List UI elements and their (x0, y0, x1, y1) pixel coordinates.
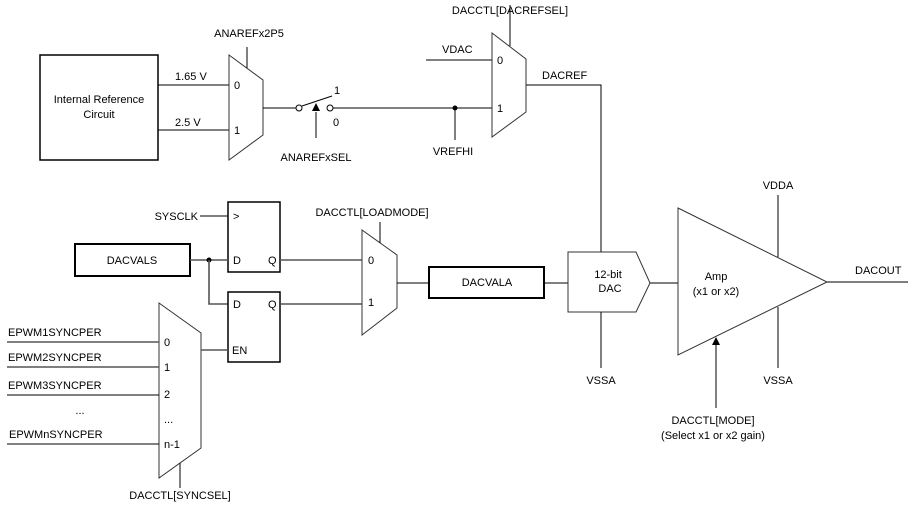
ff1-d-pin: D (233, 255, 241, 267)
vdac-label: VDAC (442, 44, 473, 56)
dacref-mux-port-1: 1 (497, 103, 503, 115)
dacvals-label: DACVALS (107, 255, 158, 267)
load-mode-mux: 0 1 (361, 229, 398, 337)
flip-flop-1: > D Q (227, 201, 281, 273)
sync-mux-port-n-1: n-1 (164, 439, 180, 451)
load-mux-port-1: 1 (368, 297, 374, 309)
dac-label-2: DAC (598, 283, 621, 295)
sync-mux-port-2: 2 (164, 389, 170, 401)
ff1-q-pin: Q (268, 255, 277, 267)
dacref-label: DACREF (542, 70, 588, 82)
dac-block: 12-bit DAC (567, 251, 651, 313)
ref-mux-control-label: ANAREFx2P5 (214, 28, 284, 40)
vrefhi-label: VREFHI (433, 146, 473, 158)
amp-label-1: Amp (705, 271, 728, 283)
dacout-label: DACOUT (855, 265, 902, 277)
vdda-label: VDDA (763, 180, 794, 192)
switch-pos-0: 0 (333, 117, 339, 129)
dacref-mux: 0 1 (491, 31, 527, 138)
dacref-mux-port-0: 0 (497, 55, 503, 67)
internal-reference-label-2: Circuit (83, 109, 114, 121)
internal-reference-block: Internal Reference Circuit (39, 54, 159, 161)
wire-dacref (526, 84, 602, 252)
dacvala-register: DACVALA (428, 266, 545, 299)
output-amplifier: Amp (x1 or x2) (677, 207, 829, 356)
sync-mux-port-ellipsis: ... (164, 414, 173, 426)
epwmn-label: EPWMnSYNCPER (9, 429, 103, 441)
ff2-d-pin: D (233, 299, 241, 311)
ff2-en-pin: EN (232, 345, 247, 357)
sync-mux-port-0: 0 (164, 337, 170, 349)
dac-block-diagram: Internal Reference Circuit 1.65 V 2.5 V … (7, 5, 908, 502)
label-2p5v: 2.5 V (175, 117, 201, 129)
epwm-ellipsis-label: ... (75, 405, 84, 417)
sync-mux-control-label: DACCTL[SYNCSEL] (129, 490, 230, 502)
ref-select-switch (295, 95, 334, 138)
dacref-mux-control-label: DACCTL[DACREFSEL] (452, 5, 568, 17)
amp-vssa-label: VSSA (763, 375, 793, 387)
wire-dacvals-ff2 (208, 260, 228, 305)
switch-pos-1: 1 (334, 85, 340, 97)
ref-mux-port-0: 0 (234, 80, 240, 92)
ff2-q-pin: Q (268, 299, 277, 311)
amp-mode-label-1: DACCTL[MODE] (671, 415, 754, 427)
load-mux-control-label: DACCTL[LOADMODE] (315, 207, 428, 219)
label-1p65v: 1.65 V (175, 71, 207, 83)
switch-control-label: ANAREFxSEL (281, 152, 352, 164)
dac-vssa-label: VSSA (586, 375, 616, 387)
ff1-clk-pin: > (233, 211, 239, 223)
sync-mux-port-1: 1 (164, 362, 170, 374)
dacvala-label: DACVALA (462, 277, 513, 289)
ref-mux-port-1: 1 (234, 125, 240, 137)
sync-select-mux: 0 1 2 ... n-1 (158, 302, 202, 479)
load-mux-port-0: 0 (368, 255, 374, 267)
epwm1-label: EPWM1SYNCPER (8, 327, 102, 339)
switch-actuator-arrow-icon (312, 103, 320, 111)
dac-label-1: 12-bit (594, 269, 622, 281)
epwm3-label: EPWM3SYNCPER (8, 380, 102, 392)
epwm2-label: EPWM2SYNCPER (8, 352, 102, 364)
internal-reference-label-1: Internal Reference (54, 94, 145, 106)
sysclk-label: SYSCLK (155, 211, 199, 223)
ref-voltage-mux: 0 1 (228, 54, 264, 161)
dacvals-register: DACVALS (74, 243, 191, 277)
amp-label-2: (x1 or x2) (693, 286, 739, 298)
amp-mode-label-2: (Select x1 or x2 gain) (661, 430, 765, 442)
flip-flop-2: D Q EN (227, 291, 281, 363)
